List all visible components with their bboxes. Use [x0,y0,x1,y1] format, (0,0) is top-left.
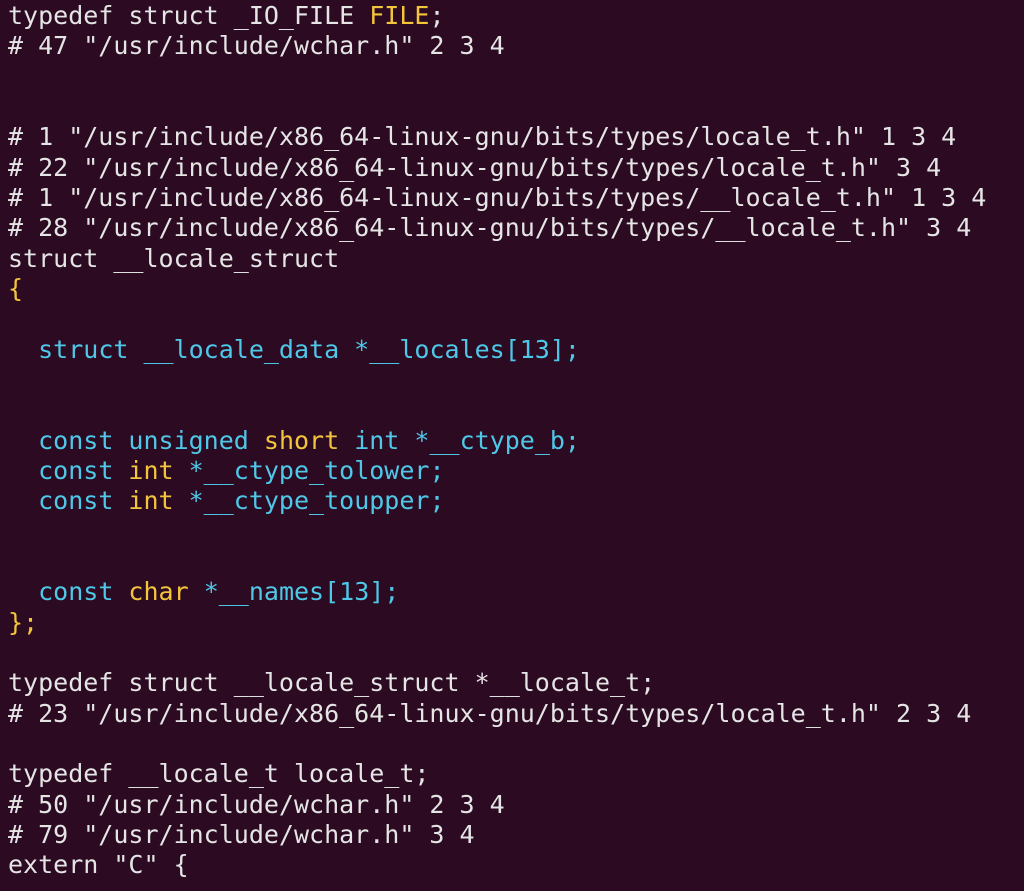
code-token: const [38,577,129,607]
code-token: const unsigned [38,425,264,455]
code-line: # 28 "/usr/include/x86_64-linux-gnu/bits… [8,213,1024,243]
code-token: }; [8,607,39,637]
code-line: # 50 "/usr/include/wchar.h" 2 3 4 [8,790,1024,820]
code-token: int [128,486,174,516]
code-line: { [8,274,1024,304]
code-token: struct __locale_data *__locales[13]; [38,334,580,364]
code-line: struct __locale_data *__locales[13]; [8,335,1024,365]
terminal-window[interactable]: typedef struct _IO_FILE FILE; # 47 "/usr/… [0,0,1024,891]
code-token: const [38,486,129,516]
code-line: # 23 "/usr/include/x86_64-linux-gnu/bits… [8,699,1024,729]
code-token: # 47 "/usr/include/wchar.h" 2 3 4 [8,31,505,61]
code-line: const unsigned short int *__ctype_b; [8,426,1024,456]
code-token: # 50 "/usr/include/wchar.h" 2 3 4 [8,789,505,819]
code-token: int *__ctype_b; [339,425,580,455]
code-line: # 47 "/usr/include/wchar.h" 2 3 4 [8,31,1024,61]
code-token: # 28 "/usr/include/x86_64-linux-gnu/bits… [8,213,972,243]
code-token: struct __locale_struct [8,243,340,273]
code-line: typedef struct __locale_struct *__locale… [8,668,1024,698]
code-token: { [8,273,24,303]
code-token: typedef struct __locale_struct *__locale… [8,668,656,698]
code-token: FILE [369,1,430,30]
code-token: # 79 "/usr/include/wchar.h" 3 4 [8,819,475,849]
code-token: typedef __locale_t locale_t; [8,759,430,789]
code-token: # 1 "/usr/include/x86_64-linux-gnu/bits/… [8,182,987,212]
code-line: }; [8,608,1024,638]
code-line: const int *__ctype_tolower; [8,456,1024,486]
code-line: typedef struct _IO_FILE FILE; [8,1,1024,31]
code-token: int [128,455,174,485]
code-token: # 22 "/usr/include/x86_64-linux-gnu/bits… [8,152,942,182]
code-line: const int *__ctype_toupper; [8,486,1024,516]
code-token: typedef struct _IO_FILE [8,1,370,30]
code-line: # 22 "/usr/include/x86_64-linux-gnu/bits… [8,153,1024,183]
code-token: *__ctype_toupper; [173,486,445,516]
code-line: extern "C" { [8,850,1024,880]
code-token: # 23 "/usr/include/x86_64-linux-gnu/bits… [8,698,972,728]
code-line: typedef __locale_t locale_t; [8,759,1024,789]
code-line: const char *__names[13]; [8,577,1024,607]
code-line: # 1 "/usr/include/x86_64-linux-gnu/bits/… [8,183,1024,213]
code-token: const [38,455,129,485]
code-token: extern "C" { [8,850,189,880]
code-line: # 1 "/usr/include/x86_64-linux-gnu/bits/… [8,122,1024,152]
code-line: struct __locale_struct [8,244,1024,274]
code-token: char [128,577,189,607]
code-token: # 1 "/usr/include/x86_64-linux-gnu/bits/… [8,122,957,152]
code-line: # 79 "/usr/include/wchar.h" 3 4 [8,820,1024,850]
code-token: ; [429,1,445,30]
code-token: short [263,425,340,455]
code-token: *__names[13]; [188,577,400,607]
code-token: *__ctype_tolower; [173,455,445,485]
